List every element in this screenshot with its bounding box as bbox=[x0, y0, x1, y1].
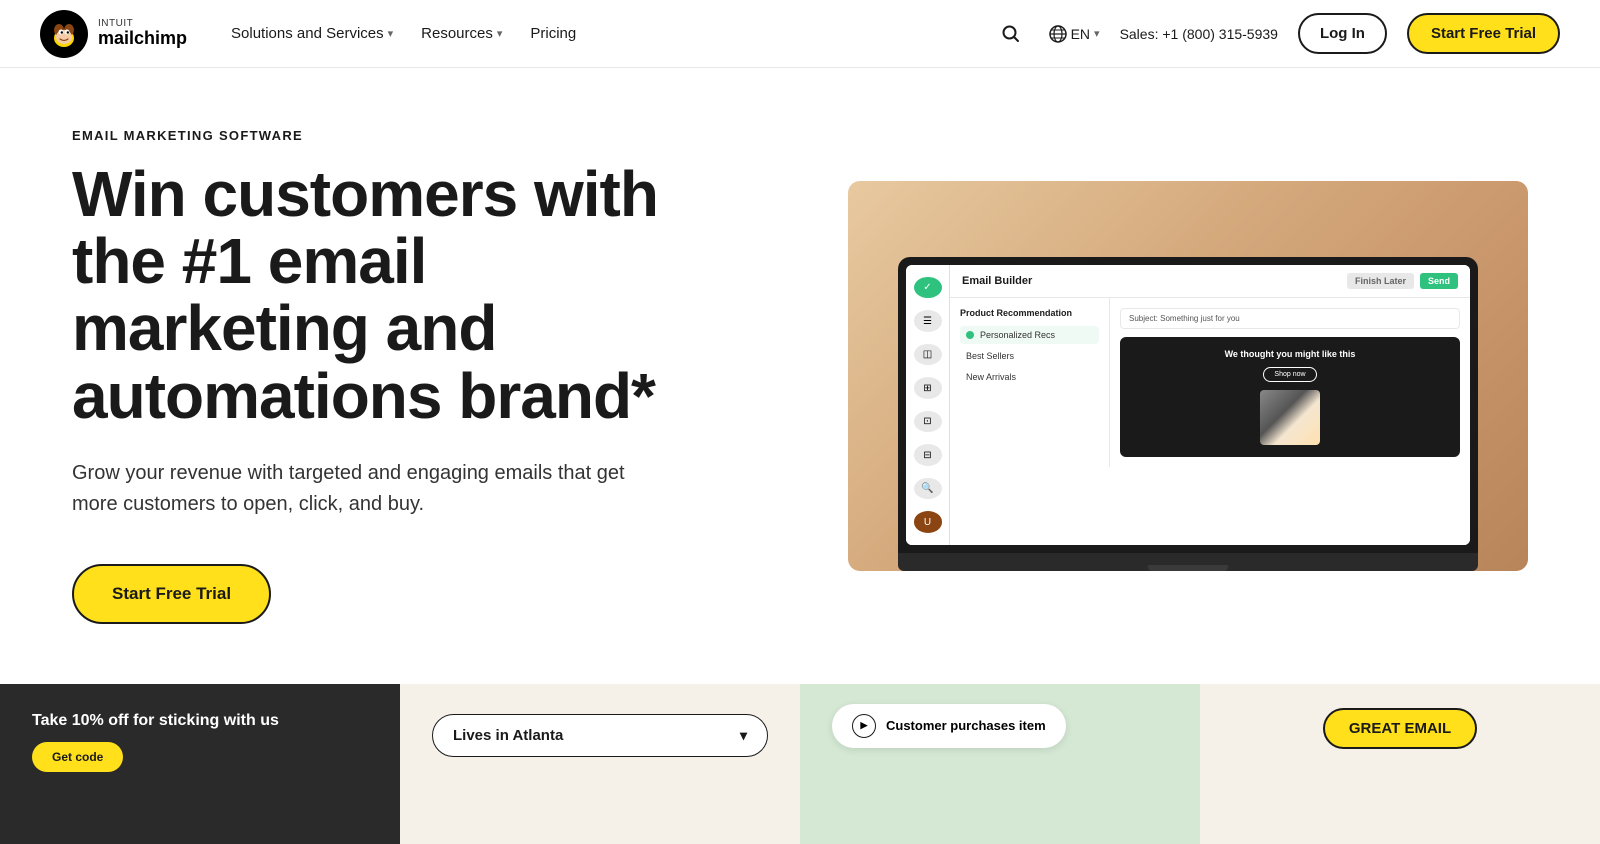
eb-avatar: U bbox=[914, 511, 942, 533]
start-trial-button-hero[interactable]: Start Free Trial bbox=[72, 564, 271, 624]
bc-2-dropdown[interactable]: Lives in Atlanta ▾ bbox=[432, 714, 768, 757]
chevron-down-icon: ▾ bbox=[388, 27, 394, 40]
eb-icon-5: ⊡ bbox=[914, 411, 942, 433]
bc-2-content: Lives in Atlanta ▾ bbox=[400, 684, 800, 787]
eb-title: Email Builder bbox=[962, 275, 1032, 287]
nav-solutions[interactable]: Solutions and Services ▾ bbox=[219, 17, 405, 50]
eb-panel-item-2: Best Sellers bbox=[960, 347, 1099, 365]
eb-dot-icon bbox=[966, 331, 974, 339]
hero-content: EMAIL MARKETING SOFTWARE Win customers w… bbox=[72, 128, 692, 624]
email-builder-main: Email Builder Finish Later Send Product … bbox=[950, 265, 1470, 545]
laptop-mockup: ✓ ☰ ◫ ⊞ ⊡ ⊟ 🔍 U Email Builder bbox=[898, 257, 1478, 571]
nav-right: EN ▾ Sales: +1 (800) 315-5939 Log In Sta… bbox=[993, 13, 1560, 54]
eb-icon-2: ☰ bbox=[914, 310, 942, 332]
eb-topbar: Email Builder Finish Later Send bbox=[950, 265, 1470, 298]
laptop-screen-area: ✓ ☰ ◫ ⊞ ⊡ ⊟ 🔍 U Email Builder bbox=[898, 257, 1478, 553]
eb-icon-3: ◫ bbox=[914, 344, 942, 366]
eb-panel-item-1: Personalized Recs bbox=[960, 326, 1099, 344]
eb-subject-line: Subject: Something just for you bbox=[1120, 308, 1460, 329]
bc-4-badge: GREAT EMAIL bbox=[1323, 708, 1477, 749]
hero-section: EMAIL MARKETING SOFTWARE Win customers w… bbox=[0, 68, 1600, 684]
logo-text: INTUIT mailchimp bbox=[98, 18, 187, 49]
globe-icon bbox=[1049, 25, 1067, 43]
language-selector[interactable]: EN ▾ bbox=[1049, 25, 1100, 43]
lang-label: EN bbox=[1071, 26, 1090, 42]
laptop-screen: ✓ ☰ ◫ ⊞ ⊡ ⊟ 🔍 U Email Builder bbox=[906, 265, 1470, 545]
bottom-card-1: Take 10% off for sticking with us Get co… bbox=[0, 684, 400, 844]
nav-pricing[interactable]: Pricing bbox=[518, 17, 588, 50]
eb-panel-item-3: New Arrivals bbox=[960, 368, 1099, 386]
eb-shop-btn: Shop now bbox=[1263, 367, 1316, 382]
brand-name: mailchimp bbox=[98, 29, 187, 49]
logo-link[interactable]: INTUIT mailchimp bbox=[40, 10, 187, 58]
hero-eyebrow: EMAIL MARKETING SOFTWARE bbox=[72, 128, 692, 143]
eb-content-area: Product Recommendation Personalized Recs… bbox=[950, 298, 1470, 467]
eb-email-card-title: We thought you might like this bbox=[1132, 349, 1448, 359]
eb-email-preview: Subject: Something just for you We thoug… bbox=[1110, 298, 1470, 467]
laptop-base bbox=[898, 553, 1478, 571]
bottom-card-2: Lives in Atlanta ▾ bbox=[400, 684, 800, 844]
bottom-cards-strip: Take 10% off for sticking with us Get co… bbox=[0, 684, 1600, 844]
chevron-down-icon: ▾ bbox=[1094, 27, 1100, 40]
eb-icon-6: ⊟ bbox=[914, 444, 942, 466]
eb-actions: Finish Later Send bbox=[1347, 273, 1458, 289]
eb-finish-btn: Finish Later bbox=[1347, 273, 1414, 289]
bc-3-trigger-label: Customer purchases item bbox=[886, 718, 1046, 733]
email-builder-sidebar: ✓ ☰ ◫ ⊞ ⊡ ⊟ 🔍 U bbox=[906, 265, 950, 545]
navbar: INTUIT mailchimp Solutions and Services … bbox=[0, 0, 1600, 68]
search-button[interactable] bbox=[993, 16, 1029, 52]
login-button[interactable]: Log In bbox=[1298, 13, 1387, 54]
chevron-down-icon: ▾ bbox=[740, 727, 747, 744]
nav-items: Solutions and Services ▾ Resources ▾ Pri… bbox=[219, 17, 588, 50]
sales-phone: Sales: +1 (800) 315-5939 bbox=[1120, 26, 1278, 42]
start-trial-button-nav[interactable]: Start Free Trial bbox=[1407, 13, 1560, 54]
eb-icon-4: ⊞ bbox=[914, 377, 942, 399]
bc-1-promo-text: Take 10% off for sticking with us bbox=[32, 712, 368, 730]
eb-panel-title: Product Recommendation bbox=[960, 308, 1099, 318]
bc-4-content: GREAT EMAIL bbox=[1200, 684, 1600, 773]
bc-1-content: Take 10% off for sticking with us Get co… bbox=[0, 684, 400, 800]
eb-panel: Product Recommendation Personalized Recs… bbox=[950, 298, 1110, 467]
chimp-logo-icon bbox=[40, 10, 88, 58]
bc-3-trigger: ▶ Customer purchases item bbox=[832, 704, 1066, 748]
eb-email-card: We thought you might like this Shop now bbox=[1120, 337, 1460, 457]
eb-icon-1: ✓ bbox=[914, 277, 942, 299]
eb-product-image bbox=[1260, 390, 1320, 445]
bc-1-cta-button[interactable]: Get code bbox=[32, 742, 123, 772]
hero-image: ✓ ☰ ◫ ⊞ ⊡ ⊟ 🔍 U Email Builder bbox=[848, 181, 1528, 571]
logo-badge bbox=[40, 10, 88, 58]
bc-3-content: ▶ Customer purchases item bbox=[800, 684, 1200, 768]
play-icon: ▶ bbox=[852, 714, 876, 738]
eb-send-btn: Send bbox=[1420, 273, 1458, 289]
chevron-down-icon: ▾ bbox=[497, 27, 503, 40]
hero-description: Grow your revenue with targeted and enga… bbox=[72, 458, 632, 520]
hero-title: Win customers with the #1 email marketin… bbox=[72, 161, 692, 430]
bc-2-dropdown-label: Lives in Atlanta bbox=[453, 727, 563, 744]
nav-resources[interactable]: Resources ▾ bbox=[409, 17, 514, 50]
search-icon bbox=[1001, 24, 1021, 44]
eb-icon-7: 🔍 bbox=[914, 478, 942, 500]
bottom-card-4: GREAT EMAIL bbox=[1200, 684, 1600, 844]
bottom-card-3: ▶ Customer purchases item bbox=[800, 684, 1200, 844]
